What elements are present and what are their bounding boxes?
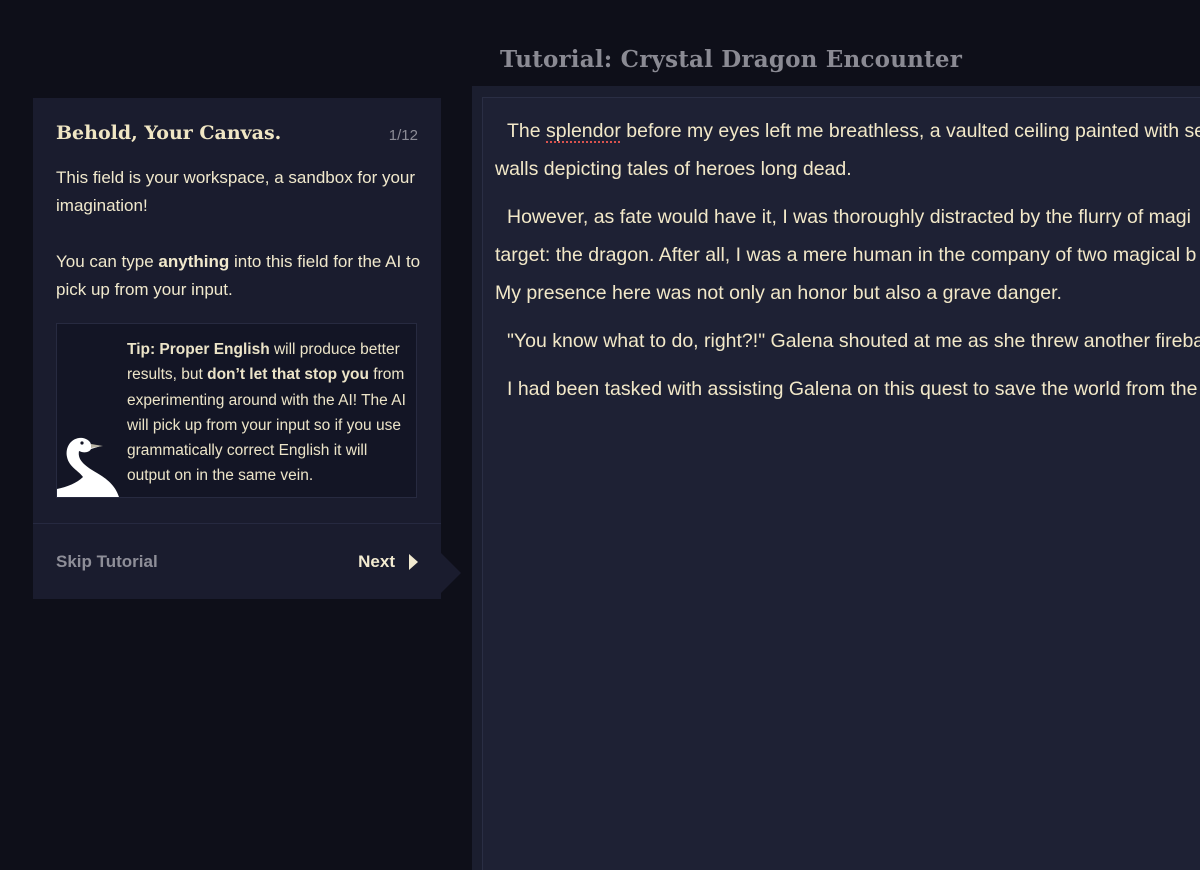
skip-tutorial-button[interactable]: Skip Tutorial <box>56 552 158 572</box>
tutorial-title: Behold, Your Canvas. <box>56 122 282 144</box>
story-text-fragment: The <box>507 120 547 142</box>
story-line: target: the dragon. After all, I was a m… <box>495 244 1197 266</box>
story-paragraph: The splendor before my eyes left me brea… <box>495 112 1200 188</box>
goose-mascot-icon <box>57 437 119 497</box>
story-line: My presence here was not only an honor b… <box>495 282 1062 304</box>
card-divider <box>33 523 441 524</box>
story-line: However, as fate would have it, I was th… <box>495 198 1200 236</box>
tutorial-paragraph: This field is your workspace, a sandbox … <box>56 168 416 215</box>
story-text[interactable]: The splendor before my eyes left me brea… <box>495 112 1200 418</box>
tip-box: Tip: Proper English will produce better … <box>56 323 417 498</box>
tutorial-step-counter: 1/12 <box>388 127 418 144</box>
tip-emphasis: Tip: Proper English <box>127 341 270 358</box>
tutorial-body: This field is your workspace, a sandbox … <box>56 164 421 332</box>
story-line: walls depicting tales of heroes long dea… <box>495 158 852 180</box>
story-title: Tutorial: Crystal Dragon Encounter <box>500 46 963 73</box>
tutorial-emphasis: anything <box>158 252 230 271</box>
tip-text-fragment: from experimenting around with the AI! T… <box>127 366 406 485</box>
tutorial-card: Behold, Your Canvas. 1/12 This field is … <box>33 98 441 599</box>
play-triangle-icon <box>409 554 418 570</box>
tip-emphasis: don’t let that stop you <box>207 366 369 384</box>
tutorial-text-fragment: You can type <box>56 252 159 271</box>
tip-text: Tip: Proper English will produce better … <box>127 337 409 489</box>
story-paragraph: However, as fate would have it, I was th… <box>495 198 1200 312</box>
story-text-fragment: However, as fate would have it, I was th… <box>507 206 1191 228</box>
story-editor[interactable]: The splendor before my eyes left me brea… <box>482 97 1200 870</box>
card-pointer-arrow <box>441 553 461 593</box>
story-text-fragment: I had been tasked with assisting Galena … <box>507 378 1198 400</box>
story-line: "You know what to do, right?!" Galena sh… <box>495 322 1200 360</box>
tutorial-paragraph: You can type anything into this field fo… <box>56 248 421 304</box>
tutorial-header: Behold, Your Canvas. 1/12 <box>56 122 418 150</box>
story-paragraph: "You know what to do, right?!" Galena sh… <box>495 322 1200 360</box>
next-button[interactable]: Next <box>358 552 418 572</box>
story-line: I had been tasked with assisting Galena … <box>495 370 1200 408</box>
story-line: The splendor before my eyes left me brea… <box>495 112 1200 150</box>
story-text-fragment: before my eyes left me breathless, a vau… <box>620 120 1200 142</box>
next-button-label: Next <box>358 552 395 571</box>
story-text-fragment: "You know what to do, right?!" Galena sh… <box>507 330 1200 352</box>
misspelled-word[interactable]: splendor <box>546 120 621 142</box>
story-paragraph: I had been tasked with assisting Galena … <box>495 370 1200 408</box>
